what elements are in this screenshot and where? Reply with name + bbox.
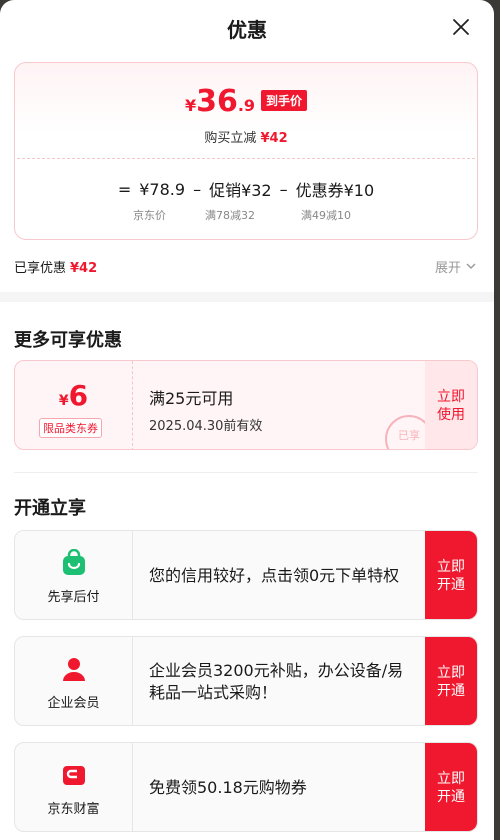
- coupon-value: 优惠券¥10: [295, 181, 375, 200]
- promo-label: 满78减32: [205, 209, 255, 222]
- section-gap: [0, 292, 494, 302]
- coupon-label: 满49减10: [301, 209, 351, 222]
- enjoyed-label: 已享优惠: [14, 260, 67, 276]
- enjoyed-amount: ¥42: [70, 260, 98, 276]
- expand-label: 展开: [434, 260, 461, 276]
- open-card-name: 企业会员: [47, 695, 100, 711]
- open-card-desc: 您的信用较好，点击领0元下单特权: [149, 566, 400, 585]
- sheet-header: 优惠: [0, 0, 494, 56]
- coupon-condition: 满25元可用: [149, 389, 234, 408]
- close-icon: [453, 19, 469, 35]
- person-icon: [59, 654, 89, 684]
- coupon-amount: ¥6: [15, 379, 132, 412]
- coupon-type-tag: 限品类东券: [39, 418, 102, 438]
- discount-sheet: 优惠 ¥ 36 .9 到手价 购买立减 ¥42 = ¥78.9 – 促销¥32 …: [0, 0, 494, 840]
- open-now-button[interactable]: 立即开通: [425, 637, 477, 725]
- open-now-button[interactable]: 立即开通: [425, 743, 477, 831]
- open-card-name: 先享后付: [47, 589, 100, 605]
- final-price-decimal: .9: [237, 96, 256, 115]
- coupon-value-block: ¥6 限品类东券: [15, 361, 133, 449]
- equals-sign: =: [117, 179, 132, 199]
- open-now-label: 立即开通: [437, 771, 465, 805]
- jd-price-label: 京东价: [133, 209, 166, 222]
- chevron-down-icon: [466, 263, 476, 269]
- reduce-summary: 购买立减 ¥42: [15, 127, 477, 146]
- coupon-valid-date: 2025.04.30前有效: [149, 419, 263, 434]
- final-price-tag: 到手价: [261, 90, 308, 111]
- open-now-label: 立即开通: [437, 665, 465, 699]
- open-card-desc: 企业会员3200元补贴，办公设备/易耗品一站式采购！: [149, 661, 404, 702]
- jd-price-value: ¥78.9: [139, 179, 186, 199]
- price-formula: = ¥78.9 – 促销¥32 – 优惠券¥10: [15, 177, 477, 201]
- coupon-amount-value: 6: [68, 379, 89, 412]
- coupon-stamp-label: 已享: [398, 429, 420, 442]
- enjoyed-discount-row: 已享优惠 ¥42 展开: [14, 256, 478, 276]
- minus-sign: –: [279, 179, 288, 199]
- reduce-label: 购买立减: [204, 131, 257, 146]
- coupon-use-button[interactable]: 立即使用: [425, 361, 477, 449]
- open-card-jd-wealth[interactable]: 京东财富 免费领50.18元购物券 立即开通: [14, 742, 478, 832]
- final-price-currency: ¥: [184, 96, 197, 115]
- bag-icon: [59, 548, 89, 578]
- final-price-integer: 36: [196, 84, 238, 119]
- open-card-brand: 企业会员: [15, 637, 133, 725]
- close-button[interactable]: [446, 12, 476, 42]
- open-section-title: 开通立享: [14, 498, 86, 519]
- open-now-button[interactable]: 立即开通: [425, 531, 477, 619]
- open-card-enterprise[interactable]: 企业会员 企业会员3200元补贴，办公设备/易耗品一站式采购！ 立即开通: [14, 636, 478, 726]
- wallet-icon: [59, 760, 89, 790]
- coupon-use-label: 立即使用: [437, 389, 465, 423]
- coupon-currency: ¥: [58, 393, 69, 409]
- reduce-amount: ¥42: [260, 131, 288, 146]
- open-card-name: 京东财富: [47, 801, 100, 817]
- sheet-title: 优惠: [227, 17, 267, 42]
- more-discounts-title: 更多可享优惠: [14, 330, 122, 351]
- divider: [17, 158, 475, 159]
- coupon-card[interactable]: ¥6 限品类东券 满25元可用 2025.04.30前有效 已享 立即使用: [14, 360, 478, 450]
- open-card-pay-later[interactable]: 先享后付 您的信用较好，点击领0元下单特权 立即开通: [14, 530, 478, 620]
- promo-value: 促销¥32: [209, 181, 272, 200]
- price-card: ¥ 36 .9 到手价 购买立减 ¥42 = ¥78.9 – 促销¥32 – 优…: [14, 62, 478, 240]
- open-card-desc: 免费领50.18元购物券: [149, 778, 307, 797]
- open-card-brand: 先享后付: [15, 531, 133, 619]
- expand-button[interactable]: 展开: [435, 257, 478, 276]
- divider: [14, 472, 478, 473]
- final-price: ¥ 36 .9 到手价: [15, 87, 477, 117]
- open-card-brand: 京东财富: [15, 743, 133, 831]
- open-now-label: 立即开通: [437, 559, 465, 593]
- minus-sign: –: [193, 179, 202, 199]
